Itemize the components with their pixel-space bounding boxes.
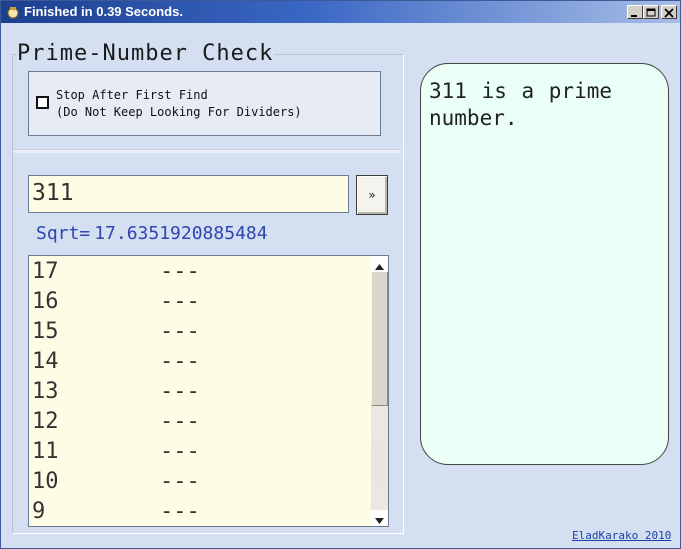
triangle-up-icon [375, 256, 384, 274]
close-button[interactable] [661, 5, 677, 19]
divisor-list[interactable]: 17 --- 16 --- 15 --- 14 --- 13 --- 12 --- 11 --… [28, 255, 389, 527]
scroll-up-button[interactable] [371, 256, 388, 272]
list-item-result: --- [160, 499, 200, 524]
app-window: Finished in 0.39 Seconds. Prime-Number C… [0, 0, 681, 549]
list-item-result: --- [160, 349, 200, 374]
maximize-button[interactable] [643, 5, 659, 19]
sqrt-readout: Sqrt= 17.6351920885484 [36, 223, 268, 244]
list-item-number: 15 [32, 319, 59, 344]
result-panel: 311 is a prime number. [420, 63, 669, 465]
triangle-down-icon [375, 509, 384, 527]
stop-option-panel [28, 71, 381, 136]
list-item-number: 11 [32, 439, 59, 464]
list-item-number: 13 [32, 379, 59, 404]
minimize-button[interactable] [627, 5, 643, 19]
list-item[interactable]: 15 --- [32, 319, 372, 349]
list-item-result: --- [160, 259, 200, 284]
group-title: Prime-Number Check [16, 41, 275, 66]
maximize-icon [646, 3, 656, 22]
list-item[interactable]: 17 --- [32, 259, 372, 289]
stop-after-first-checkbox[interactable] [36, 96, 49, 109]
list-item-result: --- [160, 439, 200, 464]
sqrt-label: Sqrt= [36, 223, 91, 244]
number-input[interactable]: 311 [28, 175, 349, 213]
result-text-line-2: number. [429, 106, 518, 130]
minimize-icon [630, 3, 640, 22]
title-bar[interactable]: Finished in 0.39 Seconds. [1, 1, 680, 23]
window-title: Finished in 0.39 Seconds. [24, 4, 183, 19]
stop-option-label[interactable]: Stop After First Find [56, 88, 208, 102]
list-item[interactable]: 13 --- [32, 379, 372, 409]
list-item-number: 12 [32, 409, 59, 434]
close-icon [664, 3, 674, 22]
stop-option-sublabel[interactable]: (Do Not Keep Looking For Dividers) [56, 105, 302, 119]
list-scrollbar[interactable] [371, 256, 388, 526]
divider [14, 149, 401, 153]
list-item[interactable]: 10 --- [32, 469, 372, 499]
go-button[interactable]: » [356, 175, 388, 215]
list-item[interactable]: 12 --- [32, 409, 372, 439]
sqrt-value: 17.6351920885484 [94, 223, 268, 244]
list-item-result: --- [160, 379, 200, 404]
scroll-thumb[interactable] [371, 272, 388, 406]
list-item-number: 17 [32, 259, 59, 284]
list-item[interactable]: 11 --- [32, 439, 372, 469]
go-button-label: » [368, 188, 376, 202]
author-credit-link[interactable]: EladKarako 2010 [572, 529, 671, 542]
list-item[interactable]: 14 --- [32, 349, 372, 379]
list-item-result: --- [160, 289, 200, 314]
scroll-down-button[interactable] [371, 510, 388, 526]
list-item-number: 16 [32, 289, 59, 314]
app-icon[interactable] [5, 4, 20, 19]
list-item-result: --- [160, 469, 200, 494]
list-item-number: 10 [32, 469, 59, 494]
list-item-result: --- [160, 409, 200, 434]
list-item-result: --- [160, 319, 200, 344]
result-text-line-1: 311 is a prime [429, 79, 613, 103]
list-item[interactable]: 16 --- [32, 289, 372, 319]
list-item-number: 14 [32, 349, 59, 374]
list-item[interactable]: 9 --- [32, 499, 372, 526]
list-item-number: 9 [32, 499, 46, 524]
